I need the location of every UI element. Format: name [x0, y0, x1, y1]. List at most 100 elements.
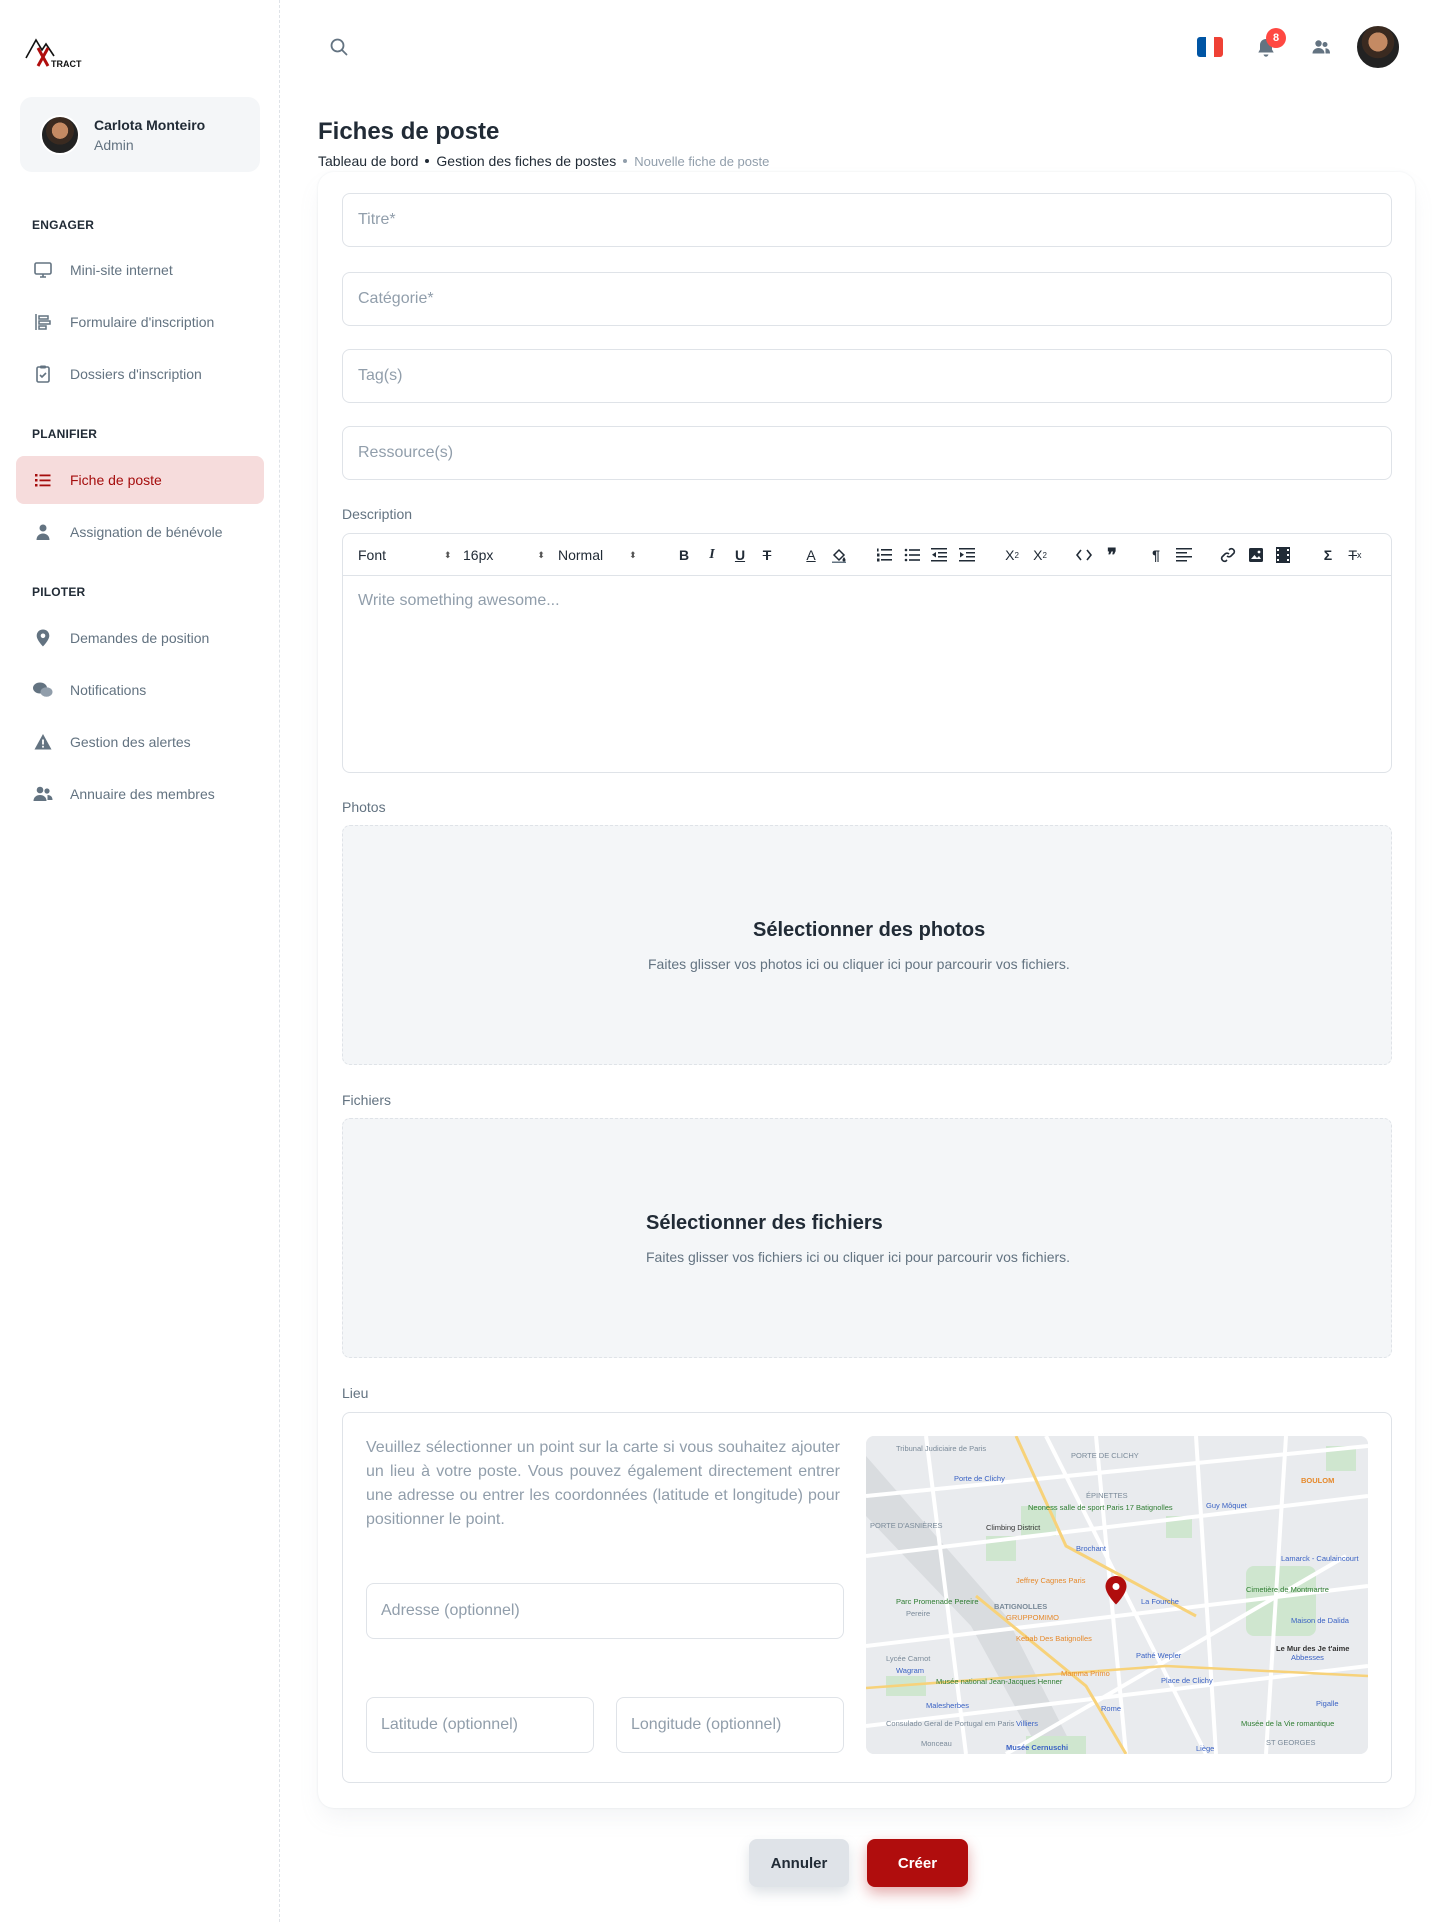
select-arrows-icon: ⬍	[444, 549, 452, 560]
sidebar-item-label: Fiche de poste	[70, 472, 162, 488]
resources-input[interactable]: Ressource(s)	[342, 426, 1392, 480]
photos-dropzone[interactable]: Sélectionner des photos Faites glisser v…	[342, 825, 1392, 1065]
strikethrough-icon[interactable]: T	[758, 546, 776, 564]
photos-dropzone-subtitle: Faites glisser vos photos ici ou cliquer…	[648, 956, 1070, 972]
form-icon	[32, 311, 54, 333]
sidebar-item-dossiers[interactable]: Dossiers d'inscription	[16, 350, 264, 398]
tags-input[interactable]: Tag(s)	[342, 349, 1392, 403]
list-icon	[32, 469, 54, 491]
image-icon[interactable]	[1247, 546, 1265, 564]
lieu-label: Lieu	[342, 1385, 369, 1401]
longitude-input[interactable]: Longitude (optionnel)	[616, 1697, 844, 1753]
sidebar-item-demandes-position[interactable]: Demandes de position	[16, 614, 264, 662]
font-size-select[interactable]: 16px ⬍	[463, 534, 545, 576]
header-avatar[interactable]	[1355, 24, 1401, 70]
sidebar-item-label: Gestion des alertes	[70, 734, 191, 750]
subscript-icon[interactable]: X2	[1031, 546, 1049, 564]
map-label: Abbesses	[1291, 1653, 1324, 1662]
files-dropzone-subtitle: Faites glisser vos fichiers ici ou cliqu…	[646, 1249, 1071, 1265]
code-icon[interactable]	[1075, 546, 1093, 564]
map-label: Malesherbes	[926, 1701, 969, 1710]
account-role: Admin	[94, 136, 134, 153]
map-label: Maison de Dalida	[1291, 1616, 1350, 1625]
map-label: Wagram	[896, 1666, 924, 1675]
map-label: Place de Clichy	[1161, 1676, 1213, 1685]
sidebar-item-label: Notifications	[70, 682, 147, 698]
formula-icon[interactable]: Σ	[1319, 546, 1337, 564]
map-label: GRUPPOMIMO	[1006, 1613, 1059, 1622]
monitor-icon	[32, 259, 54, 281]
map-label: Monceau	[921, 1739, 952, 1748]
map-label: Porte de Clichy	[954, 1474, 1005, 1483]
map-label: Neoness salle de sport Paris 17 Batignol…	[1028, 1503, 1173, 1512]
map-canvas: PORTE DE CLICHY ÉPINETTES PORTE D'ASNIÈR…	[866, 1436, 1368, 1754]
nav-section-piloter: PILOTER	[32, 585, 86, 599]
logo-text: TRACT	[51, 59, 82, 69]
account-card[interactable]: Carlota Monteiro Admin	[20, 97, 260, 172]
highlight-icon[interactable]	[830, 546, 848, 564]
notification-badge: 8	[1266, 28, 1286, 48]
files-dropzone[interactable]: Sélectionner des fichiers Faites glisser…	[342, 1118, 1392, 1358]
map-label: BOULOM	[1301, 1476, 1334, 1485]
sidebar-item-alertes[interactable]: Gestion des alertes	[16, 718, 264, 766]
map-label: Villiers	[1016, 1719, 1038, 1728]
sidebar-item-label: Demandes de position	[70, 630, 210, 646]
video-icon[interactable]	[1274, 546, 1292, 564]
font-family-select[interactable]: Font ⬍	[358, 534, 452, 576]
address-input[interactable]: Adresse (optionnel)	[366, 1583, 844, 1639]
title-input[interactable]: Titre*	[342, 193, 1392, 247]
map-label: Lamarck - Caulaincourt	[1281, 1554, 1359, 1563]
map-label: Pereire	[906, 1609, 930, 1618]
french-flag-icon[interactable]	[1197, 37, 1223, 57]
people-icon	[32, 783, 54, 805]
chat-icon	[32, 679, 54, 701]
superscript-icon[interactable]: X2	[1003, 546, 1021, 564]
link-icon[interactable]	[1219, 546, 1237, 564]
ordered-list-icon[interactable]	[875, 546, 893, 564]
map-label: PORTE D'ASNIÈRES	[870, 1521, 943, 1530]
sidebar-item-mini-site[interactable]: Mini-site internet	[16, 246, 264, 294]
search-icon[interactable]	[328, 36, 350, 58]
map-label: Jeffrey Cagnes Paris	[1016, 1576, 1086, 1585]
sidebar-item-fiche-de-poste[interactable]: Fiche de poste	[16, 456, 264, 504]
location-map[interactable]: PORTE DE CLICHY ÉPINETTES PORTE D'ASNIÈR…	[866, 1436, 1368, 1754]
warning-icon	[32, 731, 54, 753]
latitude-input[interactable]: Latitude (optionnel)	[366, 1697, 594, 1753]
category-select[interactable]: Catégorie*	[342, 272, 1392, 326]
paragraph-direction-icon[interactable]: ¶	[1147, 546, 1165, 564]
logo[interactable]: TRACT	[24, 36, 86, 72]
map-label: Pigalle	[1316, 1699, 1339, 1708]
nav-section-planifier: PLANIFIER	[32, 427, 98, 441]
sidebar-item-assignation[interactable]: Assignation de bénévole	[16, 508, 264, 556]
indent-icon[interactable]	[958, 546, 976, 564]
contacts-icon[interactable]	[1310, 36, 1332, 58]
map-label: PORTE DE CLICHY	[1071, 1451, 1139, 1460]
outdent-icon[interactable]	[930, 546, 948, 564]
map-label: Tribunal Judiciaire de Paris	[896, 1444, 986, 1453]
align-icon[interactable]	[1175, 546, 1193, 564]
bold-icon[interactable]: B	[675, 546, 693, 564]
sidebar-item-notifications[interactable]: Notifications	[16, 666, 264, 714]
breadcrumb: Tableau de bord Gestion des fiches de po…	[318, 153, 769, 169]
photos-dropzone-title: Sélectionner des photos	[753, 919, 986, 941]
quote-icon[interactable]: ❞	[1103, 545, 1121, 565]
bullet-list-icon[interactable]	[903, 546, 921, 564]
rich-text-editor: Font ⬍ 16px ⬍ Normal ⬍ B I U T A X2 X2 ❞…	[342, 533, 1392, 773]
text-style-value: Normal	[558, 547, 604, 563]
sidebar-item-formulaire[interactable]: Formulaire d'inscription	[16, 298, 264, 346]
cancel-button[interactable]: Annuler	[749, 1839, 849, 1887]
italic-icon[interactable]: I	[703, 546, 721, 564]
clear-format-icon[interactable]: Tx	[1346, 546, 1364, 564]
map-label: Le Mur des Je t'aime	[1276, 1644, 1349, 1653]
sidebar-item-annuaire[interactable]: Annuaire des membres	[16, 770, 264, 818]
create-button[interactable]: Créer	[867, 1839, 968, 1887]
breadcrumb-fiches[interactable]: Gestion des fiches de postes	[436, 153, 616, 169]
text-style-select[interactable]: Normal ⬍	[558, 534, 637, 576]
map-label: Musée Cernuschi	[1006, 1743, 1068, 1752]
text-color-icon[interactable]: A	[802, 546, 820, 564]
editor-placeholder[interactable]: Write something awesome...	[358, 592, 560, 610]
breadcrumb-dashboard[interactable]: Tableau de bord	[318, 153, 418, 169]
map-label: ST GEORGES	[1266, 1738, 1315, 1747]
map-label: Guy Môquet	[1206, 1501, 1248, 1510]
underline-icon[interactable]: U	[731, 546, 749, 564]
